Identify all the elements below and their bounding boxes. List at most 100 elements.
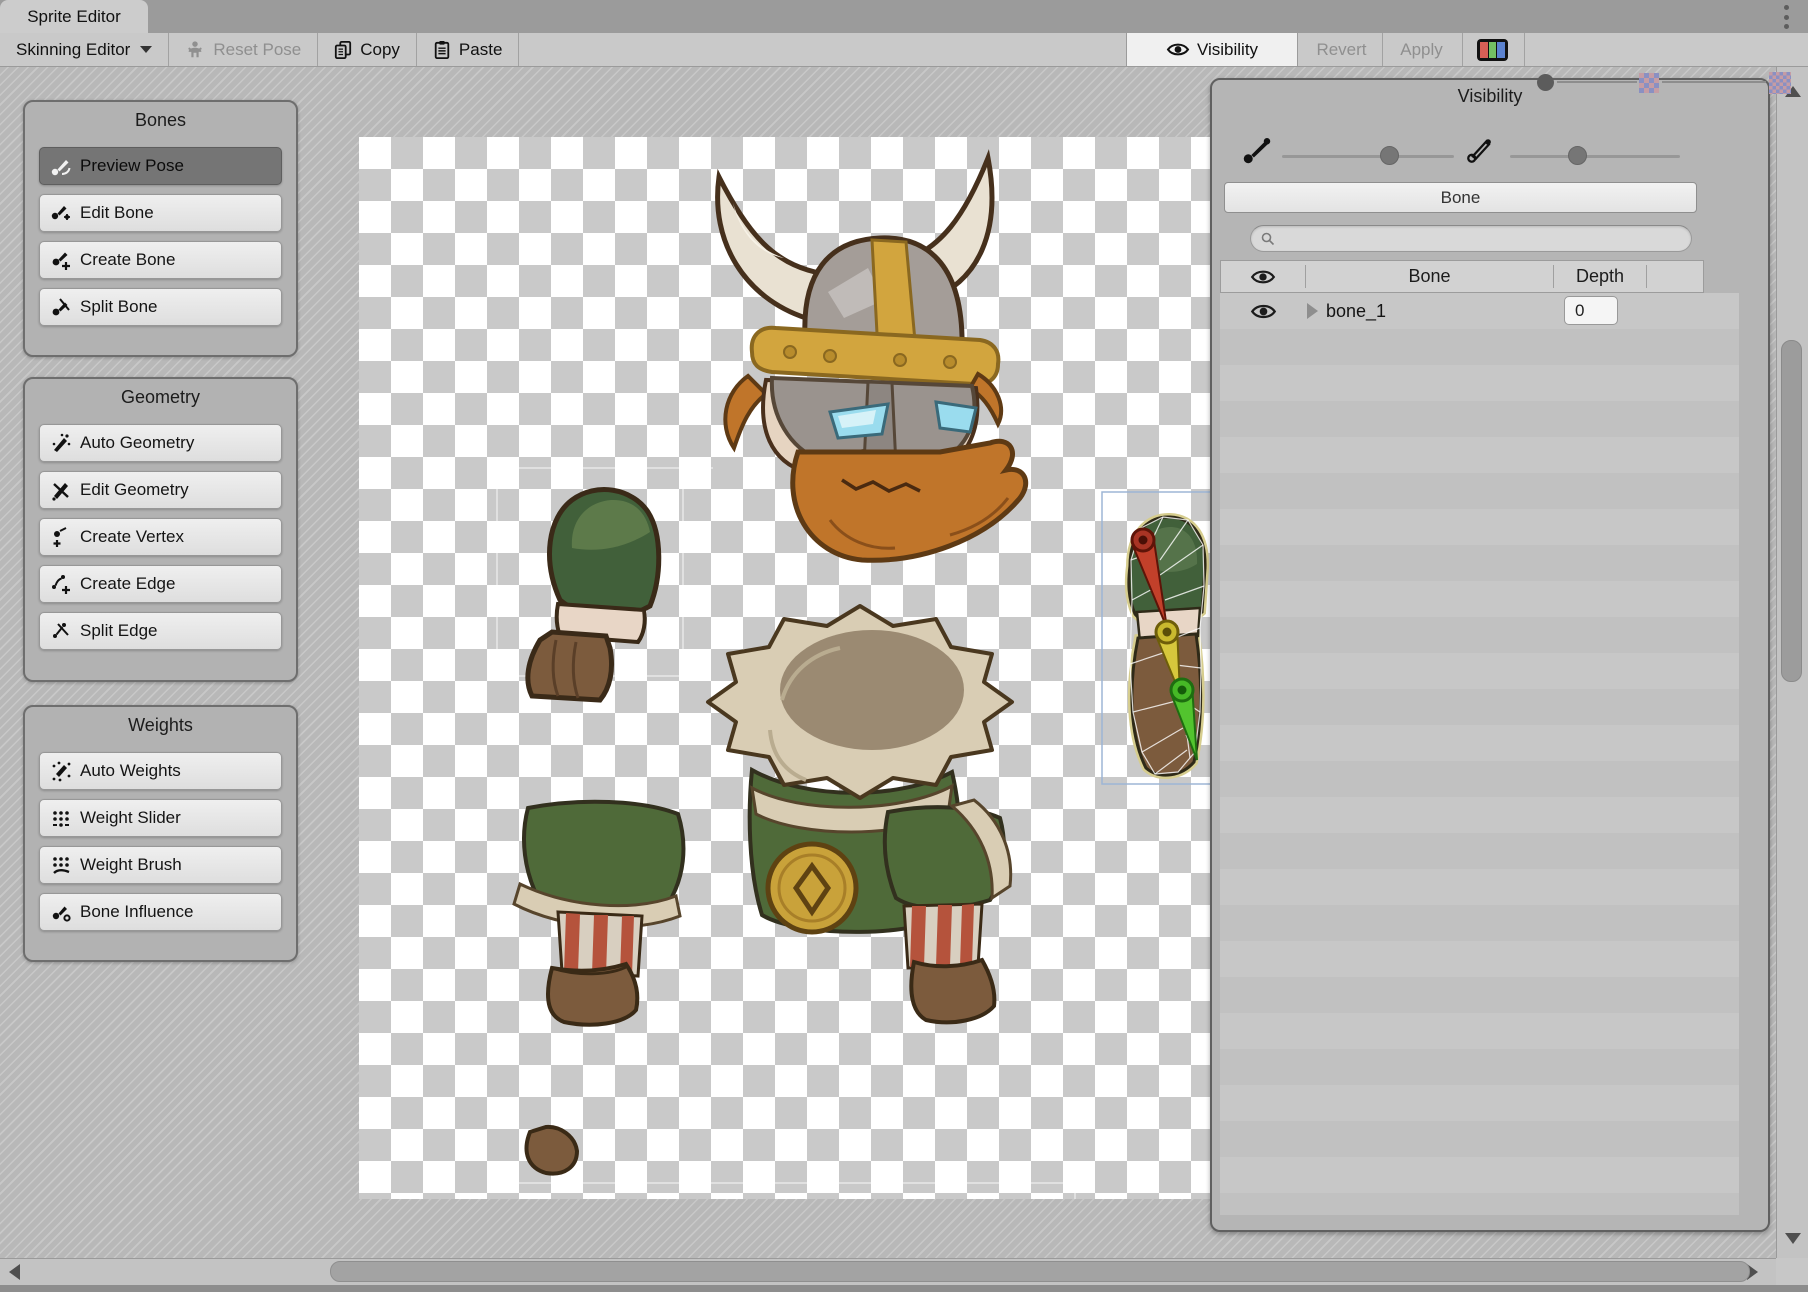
auto-geometry-label: Auto Geometry	[80, 433, 194, 453]
toolbar-separator	[1524, 33, 1525, 66]
copy-icon	[334, 40, 352, 60]
apply-label: Apply	[1400, 40, 1443, 60]
edit-geometry-icon	[50, 479, 72, 501]
tab-sprite-editor[interactable]: Sprite Editor	[0, 0, 148, 33]
person-icon	[185, 40, 205, 60]
apply-button[interactable]: Apply	[1384, 33, 1459, 66]
zoom-slider-track[interactable]	[1557, 81, 1637, 83]
bone-depth-input[interactable]	[1564, 296, 1618, 325]
window-menu-icon[interactable]	[1784, 5, 1790, 29]
mip-slider-track[interactable]	[1662, 81, 1766, 83]
depth-column-label: Depth	[1576, 266, 1624, 287]
create-bone-button[interactable]: Create Bone	[39, 241, 282, 279]
revert-label: Revert	[1316, 40, 1366, 60]
toolbar-separator	[1382, 33, 1383, 66]
copy-button[interactable]: Copy	[318, 33, 416, 66]
bone-search-field[interactable]	[1250, 225, 1692, 252]
weight-brush-icon	[50, 854, 72, 876]
reset-pose-button[interactable]: Reset Pose	[169, 33, 317, 66]
expander-arrow-icon[interactable]	[1307, 303, 1318, 319]
create-vertex-label: Create Vertex	[80, 527, 184, 547]
mesh-opacity-knob[interactable]	[1568, 146, 1587, 165]
paste-button[interactable]: Paste	[417, 33, 518, 66]
bone-list: bone_1	[1220, 293, 1739, 1215]
revert-button[interactable]: Revert	[1302, 33, 1381, 66]
bone-table-header: Bone Depth	[1220, 260, 1704, 293]
auto-geometry-button[interactable]: Auto Geometry	[39, 424, 282, 462]
split-bone-button[interactable]: Split Bone	[39, 288, 282, 326]
weights-panel: Weights Auto Weights Weight Slider Weigh…	[23, 705, 298, 962]
visibility-panel-title: Visibility	[1212, 86, 1768, 107]
reset-pose-label: Reset Pose	[213, 40, 301, 60]
paste-label: Paste	[459, 40, 502, 60]
sprite-sheet-art	[359, 137, 1212, 1199]
paste-icon	[433, 40, 451, 60]
tab-strip: Sprite Editor	[0, 0, 1808, 33]
eye-icon	[1250, 268, 1276, 286]
auto-geometry-icon	[50, 432, 72, 454]
bone-column-header[interactable]: Bone	[1306, 261, 1553, 292]
toolbar-separator	[518, 33, 519, 66]
edit-bone-icon	[50, 202, 72, 224]
eye-icon	[1166, 41, 1190, 58]
edit-bone-label: Edit Bone	[80, 203, 154, 223]
split-bone-label: Split Bone	[80, 297, 158, 317]
preview-pose-button[interactable]: Preview Pose	[39, 147, 282, 185]
create-vertex-icon	[50, 526, 72, 548]
sprite-head	[718, 158, 1026, 560]
sprite-left-leg	[514, 802, 683, 1025]
copy-label: Copy	[360, 40, 400, 60]
create-bone-icon	[50, 249, 72, 271]
bone-tab[interactable]: Bone	[1224, 182, 1697, 213]
create-edge-icon	[50, 573, 72, 595]
edit-bone-button[interactable]: Edit Bone	[39, 194, 282, 232]
split-edge-label: Split Edge	[80, 621, 158, 641]
create-edge-label: Create Edge	[80, 574, 175, 594]
mode-dropdown-label: Skinning Editor	[16, 40, 130, 60]
bone-name: bone_1	[1326, 301, 1386, 322]
bone-row[interactable]: bone_1	[1220, 293, 1739, 329]
auto-weights-button[interactable]: Auto Weights	[39, 752, 282, 790]
mip-level-icon-large	[1769, 72, 1791, 94]
geometry-panel-title: Geometry	[39, 387, 282, 408]
bone-tab-label: Bone	[1441, 188, 1481, 208]
rgb-channel-button[interactable]	[1477, 39, 1508, 61]
mip-level-icon-small	[1639, 73, 1659, 93]
create-edge-button[interactable]: Create Edge	[39, 565, 282, 603]
tab-title: Sprite Editor	[27, 7, 121, 27]
depth-column-header[interactable]: Depth	[1554, 261, 1646, 292]
preview-pose-label: Preview Pose	[80, 156, 184, 176]
bone-visibility-toggle[interactable]	[1250, 302, 1277, 321]
horizontal-scrollbar-thumb[interactable]	[330, 1261, 1750, 1282]
zoom-slider-knob[interactable]	[1537, 74, 1554, 91]
scroll-left-arrow[interactable]	[9, 1264, 20, 1280]
scroll-down-arrow[interactable]	[1785, 1233, 1801, 1244]
edit-geometry-button[interactable]: Edit Geometry	[39, 471, 282, 509]
mesh-opacity-slider[interactable]	[1510, 155, 1680, 158]
bone-influence-button[interactable]: Bone Influence	[39, 893, 282, 931]
weight-brush-button[interactable]: Weight Brush	[39, 846, 282, 884]
visibility-column-header[interactable]	[1221, 261, 1305, 292]
weight-slider-button[interactable]: Weight Slider	[39, 799, 282, 837]
preview-pose-icon	[50, 155, 72, 177]
bone-influence-icon	[50, 901, 72, 923]
auto-weights-icon	[50, 760, 72, 782]
toolbar: Skinning Editor Reset Pose Copy Paste V	[0, 33, 1808, 67]
bone-opacity-knob[interactable]	[1380, 146, 1399, 165]
weight-brush-label: Weight Brush	[80, 855, 182, 875]
chevron-down-icon	[140, 46, 152, 53]
vertical-scrollbar-thumb[interactable]	[1781, 340, 1802, 682]
toolbar-separator	[1462, 33, 1463, 66]
create-vertex-button[interactable]: Create Vertex	[39, 518, 282, 556]
weight-slider-label: Weight Slider	[80, 808, 181, 828]
split-bone-icon	[50, 296, 72, 318]
split-edge-button[interactable]: Split Edge	[39, 612, 282, 650]
search-input[interactable]	[1275, 229, 1681, 248]
sprite-skinned-arm[interactable]	[1102, 492, 1212, 784]
edit-geometry-label: Edit Geometry	[80, 480, 189, 500]
mode-dropdown[interactable]: Skinning Editor	[0, 33, 168, 66]
visibility-toggle-button[interactable]: Visibility	[1126, 33, 1298, 66]
visibility-panel: Visibility Bone Bone Depth	[1210, 78, 1770, 1232]
bone-opacity-slider[interactable]	[1282, 155, 1454, 158]
sprite-boot-tip	[527, 1127, 577, 1174]
